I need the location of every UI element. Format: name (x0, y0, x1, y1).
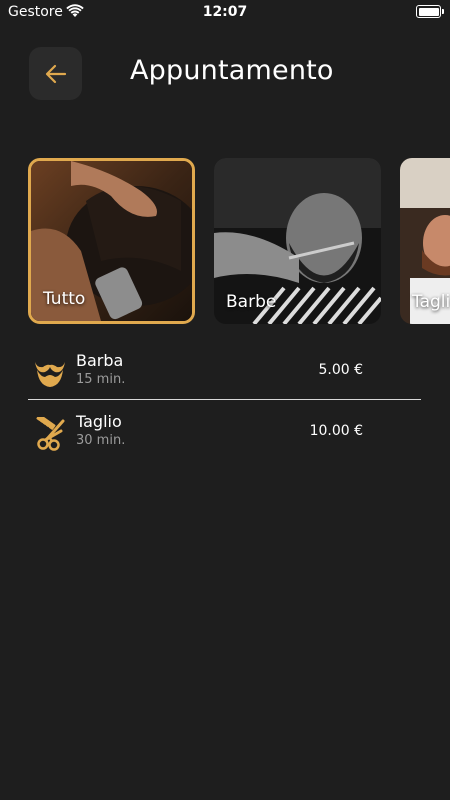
category-card-tutto[interactable]: Tutto (28, 158, 195, 324)
category-label: Tutto (43, 289, 86, 309)
category-carousel[interactable]: Tutto Barbe Tagli (0, 158, 450, 328)
mustache-icon (35, 362, 65, 387)
category-label: Barbe (226, 292, 277, 312)
service-price: 10.00 € (309, 423, 363, 439)
scissors-comb-icon (36, 417, 65, 451)
service-name: Barba (76, 351, 124, 370)
category-card-barbe[interactable]: Barbe (214, 158, 381, 324)
clock: 12:07 (202, 4, 248, 20)
service-name: Taglio (76, 412, 122, 431)
status-bar: Gestore 12:07 (0, 0, 450, 26)
category-label: Tagli (412, 292, 450, 312)
category-card-tagli[interactable]: Tagli (400, 158, 450, 324)
page-title: Appuntamento (130, 55, 334, 86)
service-duration: 30 min. (76, 433, 126, 448)
back-button[interactable] (29, 47, 82, 100)
battery-icon (416, 5, 444, 18)
arrow-left-icon (45, 64, 66, 83)
divider (28, 399, 421, 400)
service-duration: 15 min. (76, 372, 126, 387)
service-row-barba[interactable]: Barba 15 min. 5.00 € (33, 350, 421, 406)
service-row-taglio[interactable]: Taglio 30 min. 10.00 € (33, 411, 421, 467)
service-price: 5.00 € (318, 362, 363, 378)
